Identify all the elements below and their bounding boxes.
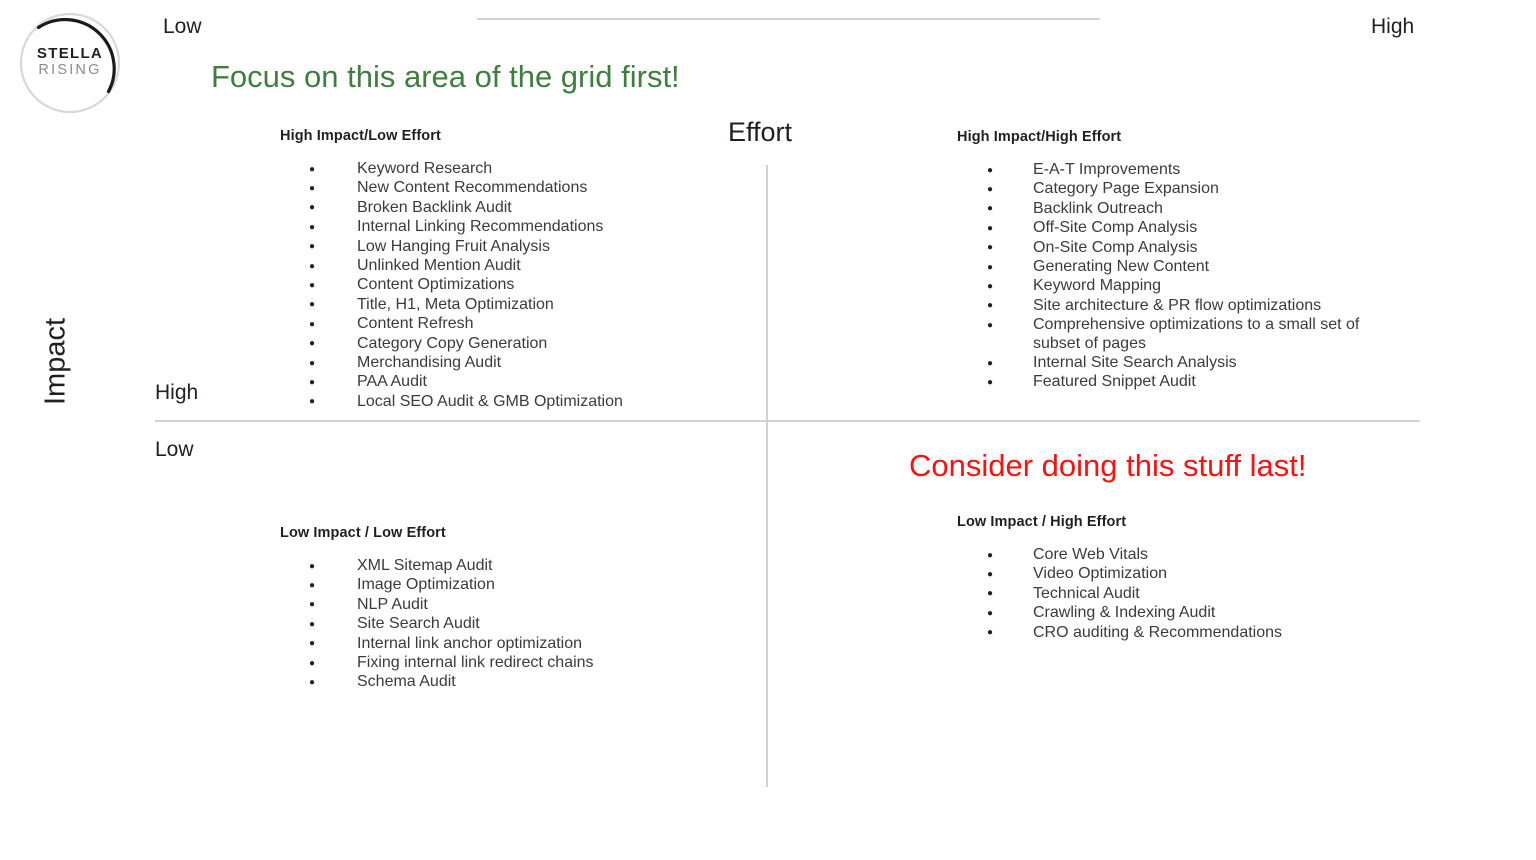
list-item: CRO auditing & Recommendations	[957, 623, 1397, 642]
quadrant-heading: Low Impact / Low Effort	[280, 525, 446, 541]
quadrant-task-list: Core Web VitalsVideo OptimizationTechnic…	[957, 545, 1397, 642]
list-item: PAA Audit	[280, 373, 710, 392]
list-item: NLP Audit	[280, 595, 710, 614]
list-item: Internal Site Search Analysis	[957, 354, 1397, 373]
list-item: Merchandising Audit	[280, 354, 710, 373]
list-item: Broken Backlink Audit	[280, 198, 710, 217]
list-item: Core Web Vitals	[957, 545, 1397, 564]
matrix-horizontal-divider	[155, 420, 1420, 422]
list-item: Category Page Expansion	[957, 180, 1397, 199]
list-item: Comprehensive optimizations to a small s…	[957, 316, 1397, 353]
list-item: Title, H1, Meta Optimization	[280, 295, 710, 314]
list-item: Backlink Outreach	[957, 199, 1397, 218]
list-item: New Content Recommendations	[280, 179, 710, 198]
list-item: Low Hanging Fruit Analysis	[280, 237, 710, 256]
impact-axis-high-label: High	[155, 381, 199, 404]
quadrant-task-list: Keyword ResearchNew Content Recommendati…	[280, 159, 710, 411]
effort-axis-rule	[477, 18, 1100, 20]
quadrant-high-impact-high-effort: High Impact/High Effort E-A-T Improvemen…	[957, 129, 1397, 393]
list-item: XML Sitemap Audit	[280, 556, 710, 575]
quadrant-high-impact-low-effort: High Impact/Low Effort Keyword ResearchN…	[280, 128, 710, 412]
list-item: Internal Linking Recommendations	[280, 218, 710, 237]
logo-line-stella: STELLA	[36, 45, 104, 62]
impact-axis-low-label: Low	[155, 438, 194, 461]
quadrant-task-list: E-A-T ImprovementsCategory Page Expansio…	[957, 160, 1397, 392]
effort-axis-low-label: Low	[163, 15, 202, 38]
list-item: Technical Audit	[957, 584, 1397, 603]
list-item: Local SEO Audit & GMB Optimization	[280, 392, 710, 411]
quadrant-heading: Low Impact / High Effort	[957, 514, 1127, 530]
logo-line-rising: RISING	[38, 61, 102, 78]
list-item: Category Copy Generation	[280, 334, 710, 353]
callout-do-last: Consider doing this stuff last!	[909, 448, 1307, 483]
list-item: Crawling & Indexing Audit	[957, 604, 1397, 623]
callout-focus-first: Focus on this area of the grid first!	[211, 59, 680, 94]
list-item: Site architecture & PR flow optimization…	[957, 296, 1397, 315]
list-item: On-Site Comp Analysis	[957, 238, 1397, 257]
quadrant-heading: High Impact/Low Effort	[280, 128, 441, 144]
list-item: Internal link anchor optimization	[280, 634, 710, 653]
list-item: E-A-T Improvements	[957, 160, 1397, 179]
list-item: Keyword Mapping	[957, 277, 1397, 296]
list-item: Schema Audit	[280, 673, 710, 692]
stella-rising-logo: STELLA RISING	[12, 8, 128, 118]
list-item: Keyword Research	[280, 159, 710, 178]
effort-axis-high-label: High	[1371, 15, 1415, 38]
list-item: Fixing internal link redirect chains	[280, 654, 710, 673]
list-item: Content Optimizations	[280, 276, 710, 295]
quadrant-heading: High Impact/High Effort	[957, 129, 1122, 145]
quadrant-low-impact-low-effort: Low Impact / Low Effort XML Sitemap Audi…	[280, 525, 710, 693]
list-item: Off-Site Comp Analysis	[957, 219, 1397, 238]
list-item: Content Refresh	[280, 315, 710, 334]
matrix-vertical-divider	[766, 165, 768, 787]
list-item: Featured Snippet Audit	[957, 373, 1397, 392]
quadrant-low-impact-high-effort: Low Impact / High Effort Core Web Vitals…	[957, 514, 1397, 643]
list-item: Generating New Content	[957, 258, 1397, 277]
list-item: Unlinked Mention Audit	[280, 257, 710, 276]
effort-axis-title: Effort	[728, 117, 793, 147]
list-item: Video Optimization	[957, 565, 1397, 584]
logo-wordmark: STELLA RISING	[12, 46, 128, 78]
list-item: Site Search Audit	[280, 615, 710, 634]
impact-effort-matrix-slide: STELLA RISING Low High Effort Impact Hig…	[0, 0, 1536, 860]
list-item: Image Optimization	[280, 576, 710, 595]
quadrant-task-list: XML Sitemap AuditImage OptimizationNLP A…	[280, 556, 710, 692]
impact-axis-title: Impact	[39, 317, 72, 406]
